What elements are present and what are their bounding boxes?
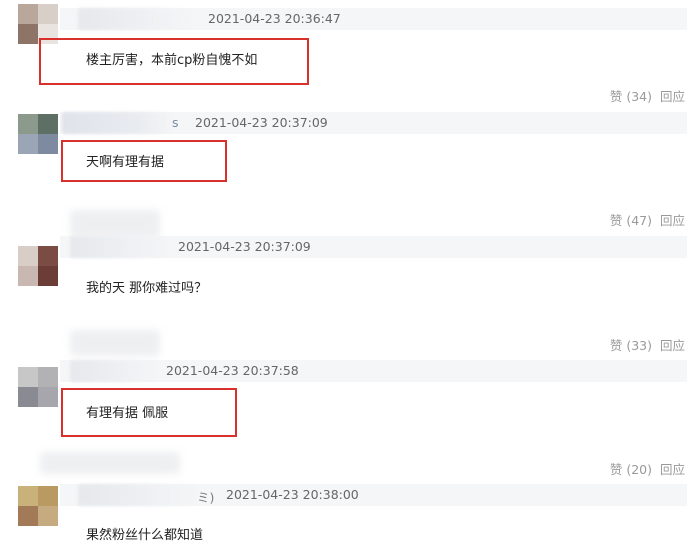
avatar[interactable] <box>18 486 58 526</box>
blurred-area <box>40 452 180 474</box>
username-suffix: ミ) <box>197 490 215 505</box>
comment-item: ミ) 2021-04-23 20:38:00 果然粉丝什么都知道 <box>0 0 697 543</box>
username[interactable] <box>78 484 198 506</box>
comment-text: 果然粉丝什么都知道 <box>86 528 204 543</box>
comment-timestamp: 2021-04-23 20:38:00 <box>226 487 359 502</box>
